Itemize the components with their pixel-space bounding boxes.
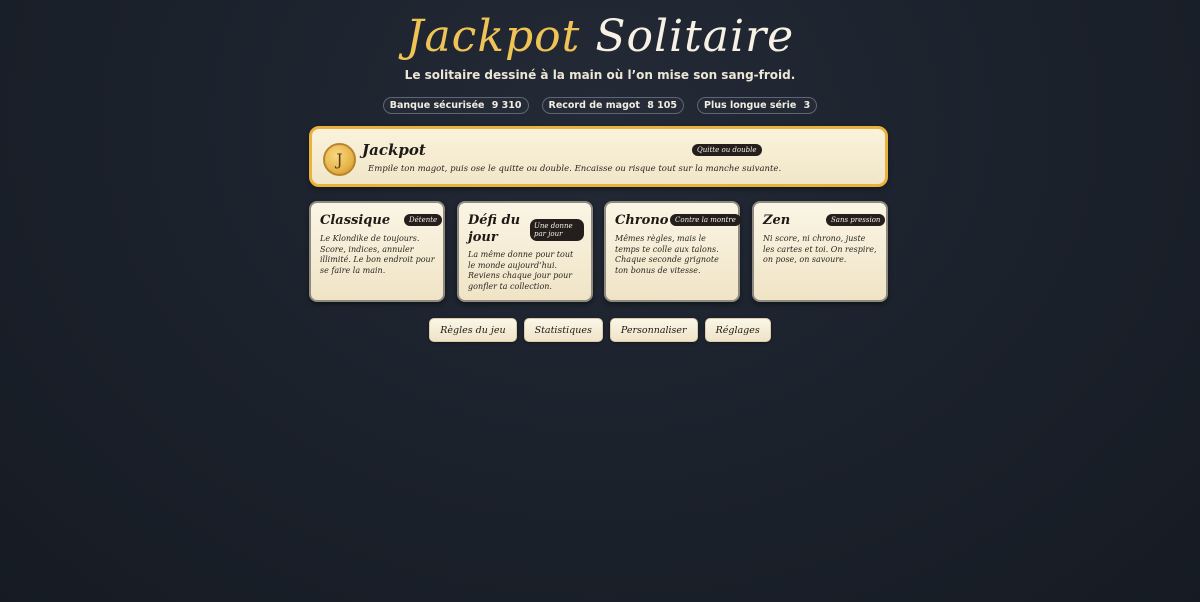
- title-solitaire: Solitaire: [595, 11, 795, 62]
- settings-button[interactable]: Réglages: [704, 318, 771, 342]
- stats-bar: Banque sécurisée 9 310 Record de magot 8…: [0, 97, 1200, 114]
- mode-badge: Sans pression: [826, 214, 886, 226]
- jackpot-mode-card[interactable]: J Jackpot Quitte ou double Empile ton ma…: [309, 126, 888, 187]
- stat-value: 8 105: [647, 100, 678, 111]
- stat-value: 9 310: [491, 100, 522, 111]
- coin-icon: J: [323, 143, 356, 176]
- game-title: Jackpot Solitaire: [0, 8, 1200, 66]
- coin-letter: J: [336, 150, 343, 169]
- mode-name: Défi du jour: [468, 213, 521, 245]
- title-jackpot: Jackpot: [405, 11, 581, 62]
- mode-name: Classique: [320, 213, 391, 228]
- action-bar: Règles du jeu Statistiques Personnaliser…: [0, 318, 1200, 342]
- mode-badge: Contre la montre: [670, 214, 741, 226]
- mode-name: Zen: [763, 213, 791, 228]
- mode-cards: Classique Détente Le Klondike de toujour…: [309, 201, 888, 302]
- stat-record: Record de magot 8 105: [541, 97, 685, 114]
- stat-banque: Banque sécurisée 9 310: [382, 97, 529, 114]
- subtitle: Le solitaire dessiné à la main où l’on m…: [404, 68, 796, 82]
- mode-name: Chrono: [615, 213, 669, 228]
- statistics-button[interactable]: Statistiques: [523, 318, 603, 342]
- mode-description: La même donne pour tout le monde aujourd…: [468, 250, 574, 291]
- jackpot-badge: Quitte ou double: [692, 144, 762, 156]
- stat-value: 3: [803, 100, 811, 111]
- mode-card-chrono[interactable]: Chrono Contre la montre Mêmes règles, ma…: [604, 201, 741, 302]
- customize-button[interactable]: Personnaliser: [609, 318, 698, 342]
- rules-button[interactable]: Règles du jeu: [429, 318, 517, 342]
- jackpot-title: Jackpot: [362, 141, 426, 159]
- mode-card-defi-du-jour[interactable]: Défi du jour Une donne par jour La même …: [457, 201, 593, 302]
- mode-badge: Détente: [404, 214, 443, 226]
- mode-card-zen[interactable]: Zen Sans pression Ni score, ni chrono, j…: [752, 201, 888, 302]
- mode-description: Ni score, ni chrono, juste les cartes et…: [763, 234, 877, 264]
- header: Jackpot Solitaire Le solitaire dessiné à…: [0, 8, 1200, 82]
- mode-description: Le Klondike de toujours. Score, indices,…: [320, 234, 435, 275]
- mode-card-classique[interactable]: Classique Détente Le Klondike de toujour…: [309, 201, 445, 302]
- stat-label: Record de magot: [548, 100, 640, 111]
- stat-label: Plus longue série: [704, 100, 797, 111]
- mode-badge: Une donne par jour: [530, 219, 584, 241]
- stat-label: Banque sécurisée: [389, 100, 485, 111]
- jackpot-description: Empile ton magot, puis ose le quitte ou …: [368, 164, 782, 174]
- stat-serie: Plus longue série 3: [697, 97, 818, 114]
- mode-description: Mêmes règles, mais le temps te colle aux…: [615, 234, 719, 275]
